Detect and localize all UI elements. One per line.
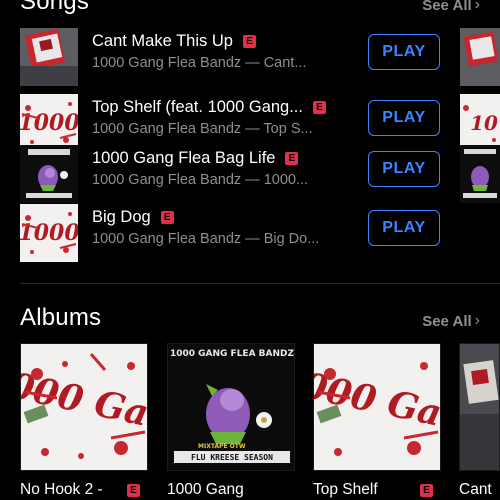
song-subtitle: 1000 Gang Flea Bandz — Big Do... bbox=[92, 231, 320, 247]
album-artwork: 1000 GANG FLEA BANDZ MIXTAPE OTW FLU KRE… bbox=[167, 343, 295, 471]
song-subtitle: 1000 Gang Flea Bandz — Top S... bbox=[92, 121, 313, 137]
album-card[interactable]: Cant bbox=[459, 343, 500, 499]
explicit-badge: E bbox=[420, 483, 433, 497]
song-title-text: Cant Make This Up bbox=[92, 32, 233, 50]
svg-text:1000: 1000 bbox=[20, 110, 78, 136]
section-divider bbox=[20, 283, 500, 284]
explicit-badge: E bbox=[160, 211, 174, 224]
song-row[interactable]: 1000 Gang Flea Bag Life E 1000 Gang Flea… bbox=[0, 145, 500, 204]
play-button[interactable]: PLAY bbox=[368, 34, 440, 70]
song-row[interactable]: Cant Make This Up E 1000 Gang Flea Bandz… bbox=[0, 28, 500, 87]
see-all-label: See All bbox=[422, 0, 472, 14]
song-row[interactable]: 1000 Big Dog E 1000 Gang Flea Bandz — Bi… bbox=[0, 204, 500, 263]
song-title-text: Big Dog bbox=[92, 208, 151, 226]
play-button[interactable]: PLAY bbox=[368, 151, 440, 187]
album-title-text: No Hook 2 - bbox=[20, 481, 103, 498]
song-artwork bbox=[20, 28, 78, 86]
album-card[interactable]: 1000 GANG FLEA BANDZ MIXTAPE OTW FLU KRE… bbox=[167, 343, 295, 499]
songs-header: Songs See All › bbox=[0, 0, 500, 26]
svg-text:10: 10 bbox=[470, 111, 498, 135]
album-artwork: 1000 Gang bbox=[313, 343, 441, 471]
songs-see-all-link[interactable]: See All › bbox=[422, 0, 480, 14]
album-title-text: 1000 Gang bbox=[167, 481, 244, 498]
explicit-badge: E bbox=[127, 483, 140, 497]
chevron-right-icon: › bbox=[474, 312, 480, 329]
song-title-text: 1000 Gang Flea Bag Life bbox=[92, 149, 276, 167]
see-all-label: See All bbox=[422, 312, 472, 330]
song-title: Big Dog E bbox=[92, 208, 174, 227]
next-column-artwork[interactable] bbox=[460, 28, 500, 86]
song-title: Top Shelf (feat. 1000 Gang... E bbox=[92, 98, 326, 117]
album-cover-tag: MIXTAPE OTW bbox=[198, 443, 246, 450]
album-title: Top Shelf E bbox=[313, 481, 441, 499]
next-column-artwork[interactable]: 10 bbox=[460, 94, 500, 152]
song-title: 1000 Gang Flea Bag Life E bbox=[92, 149, 299, 168]
album-title-text: Top Shelf bbox=[313, 481, 378, 498]
album-card[interactable]: 1000 Gang No Hook 2 - E bbox=[20, 343, 148, 499]
albums-section-title: Albums bbox=[20, 304, 102, 331]
albums-see-all-link[interactable]: See All › bbox=[422, 312, 480, 330]
song-artwork: 1000 bbox=[20, 204, 78, 262]
song-subtitle: 1000 Gang Flea Bandz — Cant... bbox=[92, 55, 307, 71]
explicit-badge: E bbox=[242, 35, 256, 48]
album-title: No Hook 2 - E bbox=[20, 481, 148, 499]
album-artwork: 1000 Gang bbox=[20, 343, 148, 471]
play-button[interactable]: PLAY bbox=[368, 100, 440, 136]
next-column-artwork[interactable] bbox=[460, 145, 500, 203]
song-artwork bbox=[20, 145, 78, 203]
play-button[interactable]: PLAY bbox=[368, 210, 440, 246]
explicit-badge: E bbox=[312, 101, 326, 114]
album-cover-bottom-text: FLU KREESE SEASON bbox=[191, 453, 273, 462]
explicit-badge: E bbox=[285, 152, 299, 165]
album-title-text: Cant bbox=[459, 481, 492, 498]
album-title: 1000 Gang bbox=[167, 481, 295, 499]
svg-text:1000: 1000 bbox=[20, 220, 78, 246]
album-artwork bbox=[459, 343, 500, 471]
albums-header: Albums See All › bbox=[0, 302, 500, 342]
songs-section-title: Songs bbox=[20, 0, 90, 15]
album-card[interactable]: 1000 Gang Top Shelf E bbox=[313, 343, 441, 499]
chevron-right-icon: › bbox=[474, 0, 480, 13]
song-title-text: Top Shelf (feat. 1000 Gang... bbox=[92, 98, 303, 116]
album-cover-top-text: 1000 GANG FLEA BANDZ bbox=[170, 349, 295, 359]
song-title: Cant Make This Up E bbox=[92, 32, 256, 51]
album-title: Cant bbox=[459, 481, 500, 499]
song-artwork: 1000 bbox=[20, 94, 78, 152]
song-subtitle: 1000 Gang Flea Bandz — 1000... bbox=[92, 172, 309, 188]
